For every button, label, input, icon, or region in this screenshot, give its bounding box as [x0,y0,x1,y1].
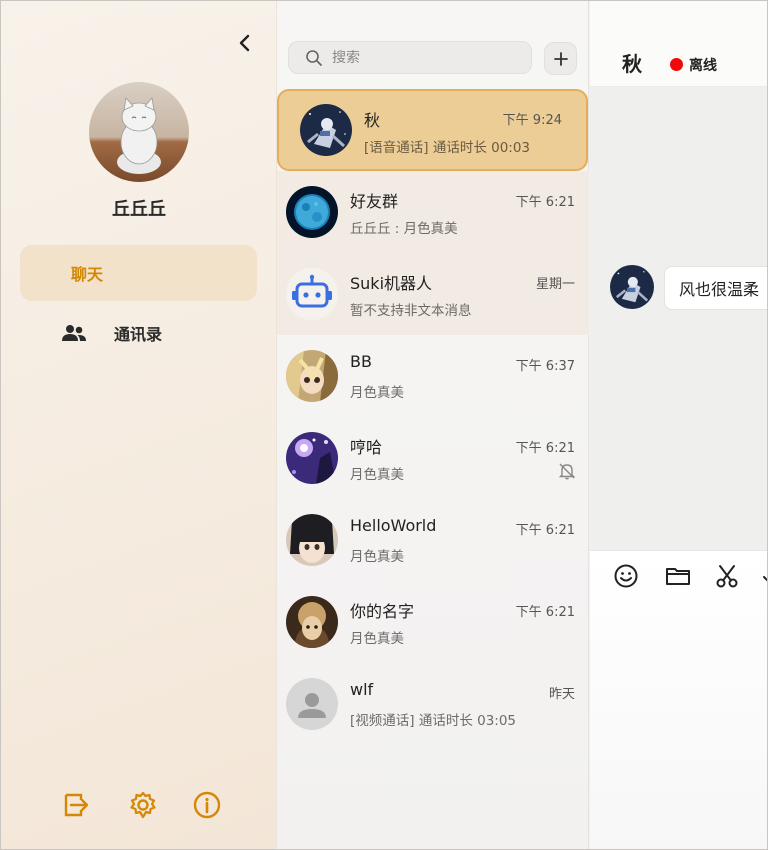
nav-item-label: 聊天 [71,265,104,284]
conversation-last-message: 月色真美 [350,385,404,401]
chat-panel: 秋 离线 风也很温柔 [590,1,767,849]
conversation-name: 哼哈 [350,438,383,457]
nav-footer [1,789,277,821]
conversation-last-message: 月色真美 [350,631,404,647]
folder-icon [666,568,690,585]
nav-item-label: 通讯录 [114,325,163,344]
conversation-last-message: [语音通话] 通话时长 00:03 [364,140,531,156]
app-window: 丘丘丘 聊天 通讯录 搜索 秋 下午 9:24 [语音通话] 通话时长 00:0… [0,0,768,850]
message-bubble[interactable]: 风也很温柔 [664,266,767,310]
conversation-last-message: [视频通话] 通话时长 03:05 [350,713,517,729]
search-icon [305,49,323,67]
conversation-item[interactable]: 你的名字 下午 6:21 月色真美 [277,581,589,663]
search-input[interactable] [332,49,512,66]
avatar [286,678,338,730]
plus-icon [553,51,568,66]
logout-button[interactable] [61,789,93,821]
chat-title: 秋 [622,52,642,76]
collapse-button[interactable] [233,31,257,55]
conversation-item[interactable]: wlf 昨天 [视频通话] 通话时长 03:05 [277,663,589,745]
conversation-name: 秋 [364,111,381,130]
conversation-name: 你的名字 [350,602,415,621]
conversation-item[interactable]: 哼哈 下午 6:21 月色真美 [277,417,589,499]
user-avatar[interactable] [89,82,189,182]
search-box[interactable] [288,41,532,74]
conversation-time: 昨天 [548,687,575,702]
avatar [286,186,338,238]
status-text: 离线 [689,58,717,74]
add-button[interactable] [544,42,577,75]
status-indicator [670,58,683,71]
conversation-last-message: 暂不支持非文本消息 [350,303,472,319]
settings-button[interactable] [127,789,159,821]
conversation-item[interactable]: 秋 下午 9:24 [语音通话] 通话时长 00:03 [277,89,588,171]
conversation-time: 下午 6:21 [515,441,575,456]
conversation-item[interactable]: Suki机器人 星期一 暂不支持非文本消息 [277,253,589,335]
info-button[interactable] [191,789,223,821]
chevron-left-icon [239,34,250,52]
bell-off-icon [557,461,577,481]
conversation-name: 好友群 [350,192,399,211]
nav-item-contacts[interactable]: 通讯录 [20,305,257,361]
conversation-last-message: 丘丘丘 : 月色真美 [350,221,458,237]
logout-icon [64,793,89,817]
avatar [286,432,338,484]
avatar [286,268,338,320]
conversation-name: Suki机器人 [350,274,433,293]
avatar [286,596,338,648]
contacts-icon [62,321,86,345]
scissors-icon [716,565,738,588]
more-tool-button[interactable] [760,563,767,589]
chat-header: 秋 离线 [590,1,767,87]
conversation-name: wlf [350,680,374,699]
conversation-last-message: 月色真美 [350,549,404,565]
emoji-icon [614,564,638,588]
conversation-item[interactable]: BB 下午 6:37 月色真美 [277,335,589,417]
message-composer [590,550,767,849]
conversation-time: 星期一 [535,277,575,292]
conversation-time: 下午 6:37 [515,359,575,374]
conversation-time: 下午 6:21 [515,605,575,620]
conversation-name: BB [350,352,372,371]
avatar[interactable] [610,265,654,309]
info-icon [193,791,221,819]
conversation-name: HelloWorld [350,516,437,535]
screenshot-button[interactable] [714,563,740,589]
emoji-button[interactable] [613,563,639,589]
avatar [286,350,338,402]
conversation-time: 下午 6:21 [515,523,575,538]
conversation-time: 下午 9:24 [502,113,562,128]
username: 丘丘丘 [112,199,166,220]
default-user-icon [286,678,338,730]
side-nav: 丘丘丘 聊天 通讯录 [1,1,277,849]
file-button[interactable] [665,563,691,589]
avatar [286,514,338,566]
conversation-item[interactable]: HelloWorld 下午 6:21 月色真美 [277,499,589,581]
check-icon [763,576,767,582]
conversation-item[interactable]: 好友群 下午 6:21 丘丘丘 : 月色真美 [277,171,589,253]
conversation-last-message: 月色真美 [350,467,404,483]
avatar [300,104,352,156]
conversation-list-panel: 秋 下午 9:24 [语音通话] 通话时长 00:03 好友群 下午 6:21 … [277,1,589,849]
robot-icon [286,268,338,320]
gear-icon [130,791,156,819]
conversation-time: 下午 6:21 [515,195,575,210]
nav-item-chat[interactable]: 聊天 [20,245,257,301]
